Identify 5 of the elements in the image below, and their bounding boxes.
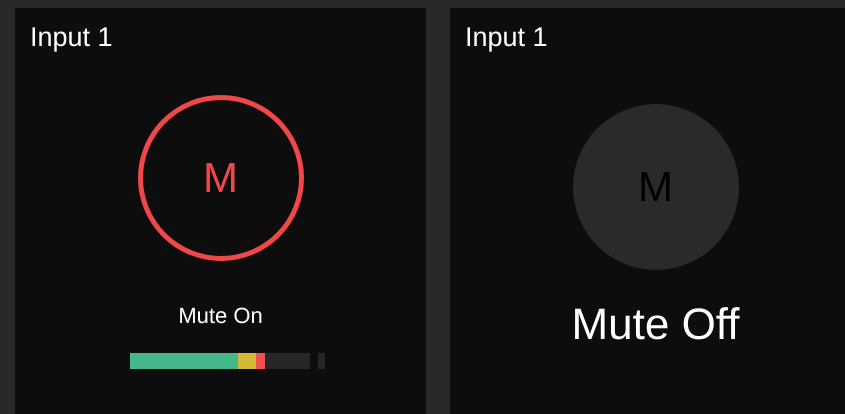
channel-title: Input 1 xyxy=(465,22,548,53)
mute-status: Mute On xyxy=(178,303,263,329)
mute-status: Mute Off xyxy=(572,300,740,350)
channel-title: Input 1 xyxy=(30,22,113,53)
mute-button[interactable]: M xyxy=(138,95,304,261)
